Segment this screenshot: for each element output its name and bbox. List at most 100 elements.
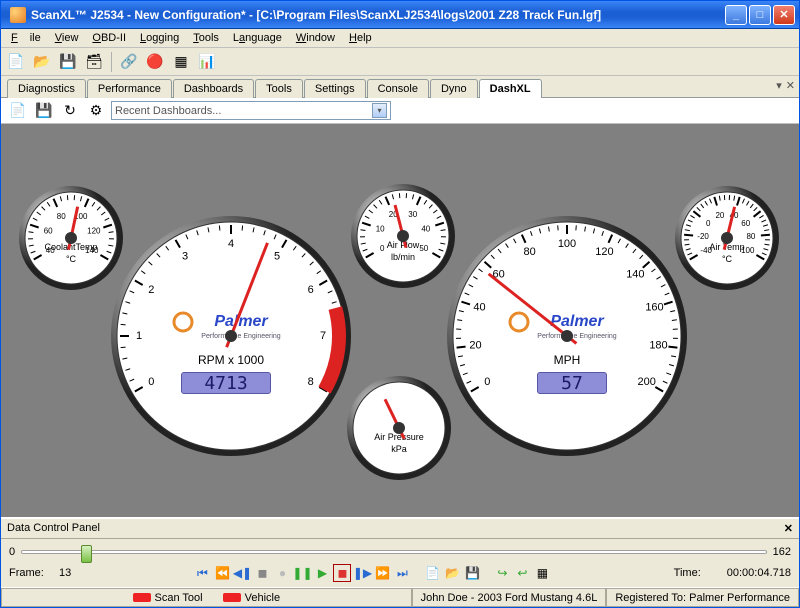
tab-close-icon[interactable]: ✕ [786,79,795,92]
menu-window[interactable]: Window [290,31,341,45]
slider-thumb[interactable] [81,545,92,563]
maximize-button[interactable]: □ [749,5,771,25]
time-value: 00:00:04.718 [727,567,791,579]
tabstrip: Diagnostics Performance Dashboards Tools… [1,76,799,98]
menubar: File View OBD-II Logging Tools Language … [1,29,799,48]
chevron-down-icon: ▾ [372,103,387,118]
export-icon[interactable]: ↪ [493,564,511,582]
svg-text:60: 60 [44,227,53,236]
svg-text:5: 5 [274,250,280,262]
svg-text:80: 80 [746,232,755,241]
record-playback-icon[interactable]: ● [273,564,291,582]
tab-performance[interactable]: Performance [87,79,172,98]
data-control-panel: 0 162 Frame: 13 ⏮ ⏪ ◀❚ ◼ ● ❚❚ ▶ ◼ ❚▶ ⏩ ⏭ [1,539,799,587]
play-icon[interactable]: ▶ [313,564,331,582]
saveall-icon[interactable]: 🗃 [83,51,105,73]
svg-text:0: 0 [706,219,711,228]
svg-text:50: 50 [419,244,428,253]
skip-start-icon[interactable]: ⏮ [193,564,211,582]
recent-dashboards-combo[interactable]: Recent Dashboards...▾ [111,101,391,120]
svg-text:RPM x 1000: RPM x 1000 [198,353,264,367]
chart-icon[interactable]: 📊 [196,51,218,73]
gauge-kpa: Air PressurekPa [345,374,453,482]
tab-dashxl[interactable]: DashXL [479,79,542,98]
svg-text:°C: °C [722,254,733,264]
dash-settings-icon[interactable]: ⚙ [85,100,107,122]
menu-view[interactable]: View [49,31,85,45]
skip-end-icon[interactable]: ⏭ [393,564,411,582]
svg-text:200: 200 [637,376,655,388]
menu-logging[interactable]: Logging [134,31,185,45]
dash-refresh-icon[interactable]: ↻ [59,100,81,122]
step-fwd-icon[interactable]: ❚▶ [353,564,371,582]
dash-save-icon[interactable]: 💾 [33,100,55,122]
menu-language[interactable]: Language [227,31,288,45]
gauge-mph: 020406080100120140160180200PalmerPerform… [445,214,689,458]
slider-max-label: 162 [773,546,791,558]
svg-text:20: 20 [469,340,481,352]
grid-export-icon[interactable]: ▦ [533,564,551,582]
gauge-airtemp: -40-20020406080100Air Temp°C [673,184,781,292]
svg-text:120: 120 [87,227,101,236]
svg-text:7: 7 [320,330,326,342]
svg-text:120: 120 [595,246,613,258]
connect-icon[interactable]: 🔗 [118,51,140,73]
svg-text:30: 30 [408,210,417,219]
svg-text:Performance Engineering: Performance Engineering [201,333,280,340]
tab-diagnostics[interactable]: Diagnostics [7,79,86,98]
svg-text:0: 0 [380,244,385,253]
stop-playback-icon[interactable]: ◼ [253,564,271,582]
dash-new-icon[interactable]: 📄 [7,100,29,122]
svg-text:40: 40 [473,302,485,314]
svg-text:-20: -20 [697,232,709,241]
svg-text:180: 180 [649,340,667,352]
grid-icon[interactable]: ▦ [170,51,192,73]
tab-settings[interactable]: Settings [304,79,366,98]
svg-text:100: 100 [558,238,576,250]
svg-text:°C: °C [66,254,77,264]
rpm-lcd: 4713 [181,372,271,394]
playback-slider[interactable] [21,543,767,561]
menu-tools[interactable]: Tools [187,31,225,45]
menu-obdii[interactable]: OBD-II [86,31,132,45]
gauge-rpm: 012345678PalmerPerformance EngineeringRP… [109,214,353,458]
tab-tools[interactable]: Tools [255,79,303,98]
titlebar: ScanXL™ J2534 - New Configuration* - [C:… [1,1,799,29]
open-icon[interactable]: 📂 [31,51,53,73]
dashxl-toolbar: 📄 💾 ↻ ⚙ Recent Dashboards...▾ [1,98,799,124]
close-button[interactable]: ✕ [773,5,795,25]
svg-text:MPH: MPH [554,353,581,367]
main-toolbar: 📄 📂 💾 🗃 🔗 🔴 ▦ 📊 [1,48,799,76]
tab-dyno[interactable]: Dyno [430,79,478,98]
svg-text:10: 10 [376,225,385,234]
statusbar: Scan Tool Vehicle John Doe - 2003 Ford M… [1,587,799,607]
menu-help[interactable]: Help [343,31,378,45]
app-icon [10,7,26,23]
tab-dropdown-icon[interactable]: ▾ [776,79,782,92]
log-open-icon[interactable]: 📂 [443,564,461,582]
tab-dashboards[interactable]: Dashboards [173,79,254,98]
pause-icon[interactable]: ❚❚ [293,564,311,582]
step-back-icon[interactable]: ◀❚ [233,564,251,582]
svg-text:8: 8 [308,376,314,388]
import-icon[interactable]: ↩ [513,564,531,582]
dashboard-canvas: 406080100120140CoolantTemp°C01020304050A… [1,124,799,517]
minimize-button[interactable]: _ [725,5,747,25]
ffwd-icon[interactable]: ⏩ [373,564,391,582]
new-icon[interactable]: 📄 [5,51,27,73]
record-icon[interactable]: 🔴 [144,51,166,73]
menu-file[interactable]: File [5,31,47,45]
dcp-close-icon[interactable]: ✕ [784,522,793,535]
status-registered: Registered To: Palmer Performance [606,588,799,607]
vehicle-led [223,593,241,602]
log-new-icon[interactable]: 📄 [423,564,441,582]
frame-value: 13 [59,567,71,579]
svg-text:0: 0 [148,376,154,388]
rewind-icon[interactable]: ⏪ [213,564,231,582]
log-save-icon[interactable]: 💾 [463,564,481,582]
slider-min-label: 0 [9,546,15,558]
save-icon[interactable]: 💾 [57,51,79,73]
stop-icon[interactable]: ◼ [333,564,351,582]
svg-text:6: 6 [308,284,314,296]
tab-console[interactable]: Console [367,79,429,98]
